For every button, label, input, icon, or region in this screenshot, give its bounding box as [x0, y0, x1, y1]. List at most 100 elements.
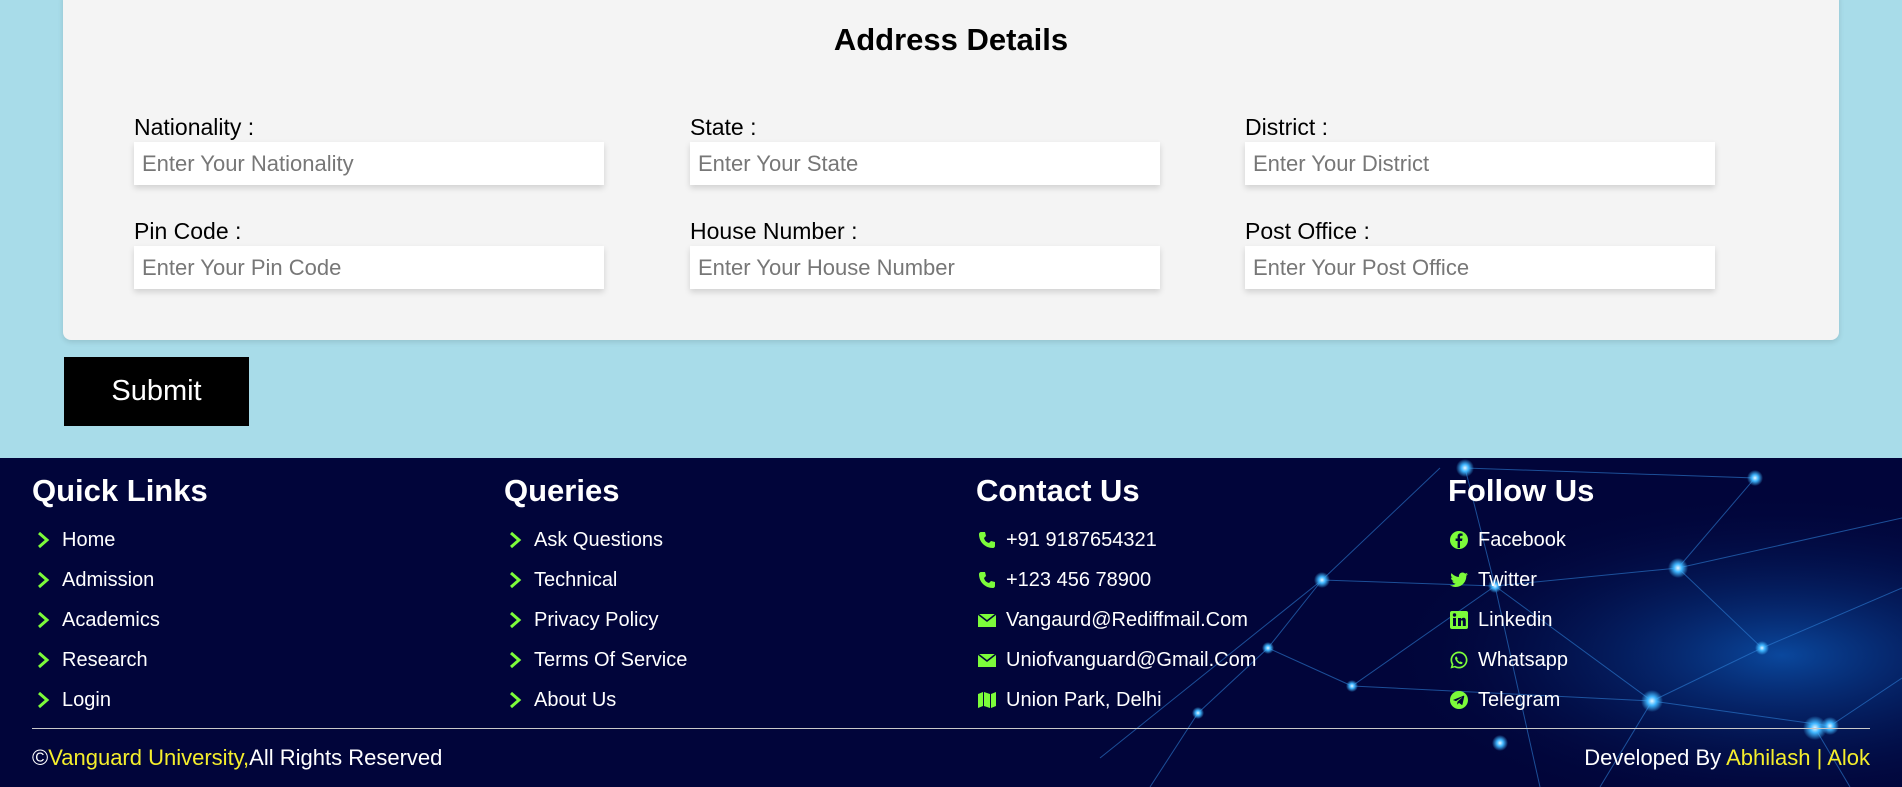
university-name-link[interactable]: Vanguard University, — [48, 745, 249, 770]
query-link-ask-questions[interactable]: Ask Questions — [504, 520, 687, 560]
chevron-right-icon — [504, 649, 526, 671]
query-link-label: Privacy Policy — [534, 608, 659, 631]
query-link-about-us[interactable]: About Us — [504, 680, 687, 720]
queries-heading: Queries — [504, 473, 620, 508]
copyright-rest: All Rights Reserved — [249, 745, 443, 770]
post-office-field-group: Post Office : — [1245, 216, 1715, 289]
social-text: Telegram — [1478, 688, 1561, 711]
quick-link-label: Admission — [62, 568, 155, 591]
contact-column: Contact Us +91 9187654321 +123 456 78900… — [976, 472, 1256, 720]
copyright-symbol: © — [32, 745, 49, 770]
query-link-technical[interactable]: Technical — [504, 560, 687, 600]
contact-phone-2[interactable]: +123 456 78900 — [976, 560, 1256, 600]
developer-prefix: Developed By — [1584, 745, 1727, 770]
social-text: Facebook — [1478, 528, 1566, 551]
query-link-terms-of-service[interactable]: Terms Of Service — [504, 640, 687, 680]
whatsapp-icon — [1448, 649, 1470, 671]
chevron-right-icon — [504, 529, 526, 551]
house-number-field-group: House Number : — [690, 216, 1160, 289]
phone-icon — [976, 569, 998, 591]
district-field-group: District : — [1245, 112, 1715, 185]
site-footer: Quick Links Home Admission Academics Res… — [0, 458, 1902, 787]
post-office-label: Post Office : — [1245, 218, 1370, 244]
contact-address[interactable]: Union Park, Delhi — [976, 680, 1256, 720]
quick-link-label: Research — [62, 648, 148, 671]
developer-link-alok[interactable]: Alok — [1827, 745, 1870, 770]
state-label: State : — [690, 114, 757, 140]
quick-link-research[interactable]: Research — [32, 640, 208, 680]
developer-separator: | — [1810, 745, 1828, 770]
quick-link-academics[interactable]: Academics — [32, 600, 208, 640]
chevron-right-icon — [504, 569, 526, 591]
contact-email-2[interactable]: Uniofvanguard@Gmail.Com — [976, 640, 1256, 680]
quick-link-label: Login — [62, 688, 111, 711]
query-link-label: Ask Questions — [534, 528, 663, 551]
chevron-right-icon — [32, 569, 54, 591]
house-number-input[interactable] — [690, 246, 1160, 289]
pin-code-field-group: Pin Code : — [134, 216, 604, 289]
map-icon — [976, 689, 998, 711]
house-number-label: House Number : — [690, 218, 858, 244]
social-text: Linkedin — [1478, 608, 1553, 631]
developer-credit: Developed By Abhilash | Alok — [1584, 743, 1870, 773]
social-link-facebook[interactable]: Facebook — [1448, 520, 1594, 560]
query-link-label: Terms Of Service — [534, 648, 688, 671]
quick-link-login[interactable]: Login — [32, 680, 208, 720]
network-background-graphic — [1099, 458, 1902, 787]
quick-links-column: Quick Links Home Admission Academics Res… — [32, 472, 208, 720]
twitter-icon — [1448, 569, 1470, 591]
social-text: Twitter — [1478, 568, 1537, 591]
nationality-input[interactable] — [134, 142, 604, 185]
quick-link-label: Home — [62, 528, 116, 551]
chevron-right-icon — [32, 689, 54, 711]
state-field-group: State : — [690, 112, 1160, 185]
contact-email-1[interactable]: Vangaurd@Rediffmail.Com — [976, 600, 1256, 640]
query-link-label: Technical — [534, 568, 618, 591]
follow-column: Follow Us Facebook Twitter Linkedin What… — [1448, 472, 1594, 720]
contact-phone-1[interactable]: +91 9187654321 — [976, 520, 1256, 560]
copyright-text: ©Vanguard University,All Rights Reserved — [32, 743, 442, 773]
contact-heading: Contact Us — [976, 473, 1140, 508]
social-link-linkedin[interactable]: Linkedin — [1448, 600, 1594, 640]
chevron-right-icon — [32, 529, 54, 551]
contact-text: Union Park, Delhi — [1006, 688, 1162, 711]
contact-text: +123 456 78900 — [1006, 568, 1152, 591]
contact-text: Uniofvanguard@Gmail.Com — [1006, 648, 1257, 671]
state-input[interactable] — [690, 142, 1160, 185]
facebook-icon — [1448, 529, 1470, 551]
chevron-right-icon — [504, 689, 526, 711]
pin-code-input[interactable] — [134, 246, 604, 289]
developer-link-abhilash[interactable]: Abhilash — [1726, 745, 1810, 770]
address-details-card: Address Details Nationality : State : Di… — [63, 0, 1839, 340]
envelope-icon — [976, 609, 998, 631]
social-link-twitter[interactable]: Twitter — [1448, 560, 1594, 600]
nationality-field-group: Nationality : — [134, 112, 604, 185]
queries-column: Queries Ask Questions Technical Privacy … — [504, 472, 687, 720]
social-text: Whatsapp — [1478, 648, 1569, 671]
telegram-icon — [1448, 689, 1470, 711]
submit-button[interactable]: Submit — [64, 357, 249, 426]
quick-link-admission[interactable]: Admission — [32, 560, 208, 600]
social-link-whatsapp[interactable]: Whatsapp — [1448, 640, 1594, 680]
quick-links-heading: Quick Links — [32, 473, 208, 508]
district-label: District : — [1245, 114, 1329, 140]
contact-text: +91 9187654321 — [1006, 528, 1157, 551]
envelope-icon — [976, 649, 998, 671]
chevron-right-icon — [504, 609, 526, 631]
quick-link-label: Academics — [62, 608, 160, 631]
chevron-right-icon — [32, 609, 54, 631]
linkedin-icon — [1448, 609, 1470, 631]
footer-divider — [32, 728, 1870, 729]
section-title: Address Details — [833, 22, 1069, 57]
follow-heading: Follow Us — [1448, 473, 1595, 508]
contact-text: Vangaurd@Rediffmail.Com — [1006, 608, 1248, 631]
phone-icon — [976, 529, 998, 551]
query-link-privacy-policy[interactable]: Privacy Policy — [504, 600, 687, 640]
post-office-input[interactable] — [1245, 246, 1715, 289]
social-link-telegram[interactable]: Telegram — [1448, 680, 1594, 720]
nationality-label: Nationality : — [134, 114, 255, 140]
quick-link-home[interactable]: Home — [32, 520, 208, 560]
pin-code-label: Pin Code : — [134, 218, 242, 244]
chevron-right-icon — [32, 649, 54, 671]
district-input[interactable] — [1245, 142, 1715, 185]
